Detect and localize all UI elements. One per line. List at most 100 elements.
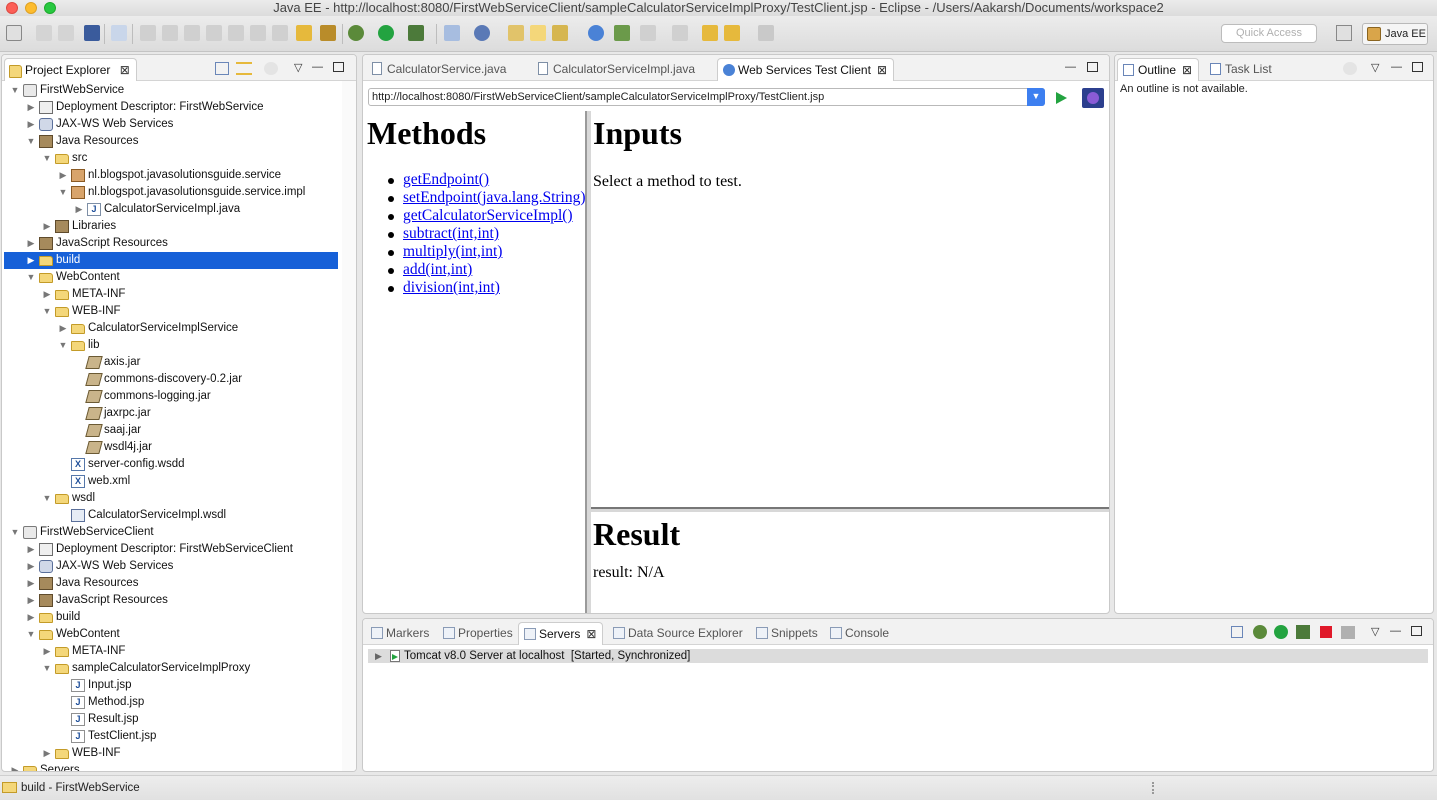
open-in-eclipse-browser-icon[interactable] <box>1082 88 1104 108</box>
tab-bottom-view[interactable]: Properties <box>438 622 513 645</box>
minimize-icon[interactable]: — <box>1390 625 1401 637</box>
url-input[interactable]: http://localhost:8080/FirstWebServiceCli… <box>368 88 1045 106</box>
maximize-icon[interactable] <box>1412 62 1423 72</box>
collapse-all-icon[interactable] <box>1231 626 1243 638</box>
globe-icon[interactable] <box>588 25 604 41</box>
close-window-button[interactable] <box>6 2 18 14</box>
publish-server-icon[interactable] <box>1341 626 1355 639</box>
tree-item[interactable]: J Input.jsp <box>4 677 338 694</box>
step-over-icon[interactable] <box>250 25 266 41</box>
view-menu-icon[interactable]: ▽ <box>294 61 302 74</box>
method-link[interactable]: multiply(int,int) <box>403 243 502 260</box>
tree-item[interactable]: J Method.jsp <box>4 694 338 711</box>
terminal-icon[interactable] <box>84 25 100 41</box>
method-link[interactable]: add(int,int) <box>403 261 472 278</box>
minimize-icon[interactable]: — <box>312 61 323 73</box>
tree-item[interactable]: ▶ J CalculatorServiceImpl.java <box>4 201 338 218</box>
tab-editor[interactable]: Web Services Test Client ⊠ <box>717 58 895 81</box>
tab-outline[interactable]: Outline ⊠ <box>1117 58 1200 81</box>
close-icon[interactable]: ⊠ <box>1182 59 1192 81</box>
tree-item[interactable]: ▼ FirstWebService <box>4 82 338 99</box>
url-history-dropdown-icon[interactable]: ▼ <box>1027 88 1045 106</box>
collapsed-arrow-icon[interactable]: ▶ <box>58 167 68 184</box>
minimize-icon[interactable]: — <box>1065 61 1076 73</box>
collapsed-arrow-icon[interactable]: ▶ <box>74 201 84 218</box>
tree-item[interactable]: ▶ Deployment Descriptor: FirstWebService <box>4 99 338 116</box>
save-all-icon[interactable] <box>58 25 74 41</box>
close-icon[interactable]: ⊠ <box>877 59 887 81</box>
tree-item[interactable]: saaj.jar <box>4 422 338 439</box>
save-icon[interactable] <box>36 25 52 41</box>
tab-bottom-view[interactable]: Markers <box>366 622 429 645</box>
tree-item[interactable]: ▶ build <box>4 609 338 626</box>
collapsed-arrow-icon[interactable]: ▶ <box>58 320 68 337</box>
collapsed-arrow-icon[interactable]: ▶ <box>42 218 52 235</box>
start-server-icon[interactable] <box>1274 625 1288 639</box>
forward-icon[interactable] <box>758 25 774 41</box>
collapsed-arrow-icon[interactable]: ▶ <box>42 286 52 303</box>
toggle-breakpoint-icon[interactable] <box>320 25 336 41</box>
method-link[interactable]: getCalculatorServiceImpl() <box>403 207 573 224</box>
previous-annotation-icon[interactable] <box>672 25 688 41</box>
last-edit-location-icon[interactable] <box>702 25 718 41</box>
tree-item[interactable]: commons-logging.jar <box>4 388 338 405</box>
collapsed-arrow-icon[interactable]: ▶ <box>26 575 36 592</box>
tree-item[interactable]: ▶ Deployment Descriptor: FirstWebServiceC… <box>4 541 338 558</box>
collapse-all-icon[interactable] <box>215 62 229 75</box>
tree-item[interactable]: ▶ Java Resources <box>4 575 338 592</box>
expanded-arrow-icon[interactable]: ▼ <box>26 269 36 286</box>
run-icon[interactable] <box>378 25 394 41</box>
tree-item[interactable]: ▶ JAX-WS Web Services <box>4 116 338 133</box>
tree-item[interactable]: commons-discovery-0.2.jar <box>4 371 338 388</box>
collapsed-arrow-icon[interactable]: ▶ <box>26 558 36 575</box>
tab-task-list[interactable]: Task List <box>1205 58 1272 81</box>
tree-item[interactable]: ▶ META-INF <box>4 643 338 660</box>
tree-item[interactable]: ▼ WebContent <box>4 626 338 643</box>
tree-item[interactable]: ▶ nl.blogspot.javasolutionsguide.service <box>4 167 338 184</box>
collapsed-arrow-icon[interactable]: ▶ <box>26 252 36 269</box>
terminate-icon[interactable] <box>184 25 200 41</box>
tree-item[interactable]: ▶ JavaScript Resources <box>4 235 338 252</box>
tree-item[interactable]: ▶ JavaScript Resources <box>4 592 338 609</box>
expanded-arrow-icon[interactable]: ▼ <box>10 82 20 99</box>
tree-item[interactable]: jaxrpc.jar <box>4 405 338 422</box>
maximize-icon[interactable] <box>333 62 344 72</box>
collapsed-arrow-icon[interactable]: ▶ <box>10 762 20 771</box>
search-icon[interactable] <box>552 25 568 41</box>
step-into-icon[interactable] <box>228 25 244 41</box>
expanded-arrow-icon[interactable]: ▼ <box>42 490 52 507</box>
method-link[interactable]: division(int,int) <box>403 279 500 296</box>
tree-item[interactable]: J Result.jsp <box>4 711 338 728</box>
tree-item[interactable]: wsdl4j.jar <box>4 439 338 456</box>
method-link[interactable]: getEndpoint() <box>403 171 489 188</box>
tree-item[interactable]: ▼ wsdl <box>4 490 338 507</box>
tree-item[interactable]: Xserver-config.wsdd <box>4 456 338 473</box>
collapsed-arrow-icon[interactable]: ▶ <box>26 235 36 252</box>
maximize-icon[interactable] <box>1411 626 1422 636</box>
stop-server-icon[interactable] <box>1320 626 1332 638</box>
link-with-editor-icon[interactable] <box>236 62 252 75</box>
java-ee-perspective-button[interactable]: Java EE <box>1362 23 1428 45</box>
new-web-service-icon[interactable] <box>444 25 460 41</box>
tab-bottom-view[interactable]: Data Source Explorer <box>608 622 743 645</box>
view-menu-icon[interactable]: ▽ <box>1371 61 1379 74</box>
suspend-icon[interactable] <box>162 25 178 41</box>
profile-server-icon[interactable] <box>1296 625 1310 639</box>
debug-icon[interactable] <box>348 25 364 41</box>
tree-item[interactable]: Xweb.xml <box>4 473 338 490</box>
tree-scrollbar[interactable] <box>342 81 356 771</box>
tab-project-explorer[interactable]: Project Explorer ⊠ <box>4 58 137 81</box>
run-external-tools-icon[interactable] <box>408 25 424 41</box>
expanded-arrow-icon[interactable]: ▼ <box>42 660 52 677</box>
collapsed-arrow-icon[interactable]: ▶ <box>42 643 52 660</box>
open-type-icon[interactable] <box>508 25 524 41</box>
step-return-icon[interactable] <box>272 25 288 41</box>
view-menu-icon[interactable]: ▽ <box>1371 625 1379 638</box>
method-link[interactable]: subtract(int,int) <box>403 225 499 242</box>
expanded-arrow-icon[interactable]: ▼ <box>58 184 68 201</box>
tree-item[interactable]: CalculatorServiceImpl.wsdl <box>4 507 338 524</box>
use-step-filters-icon[interactable] <box>296 25 312 41</box>
close-icon[interactable]: ⊠ <box>120 59 130 81</box>
tree-item[interactable]: ▼ FirstWebServiceClient <box>4 524 338 541</box>
web-services-explorer-icon[interactable] <box>474 25 490 41</box>
